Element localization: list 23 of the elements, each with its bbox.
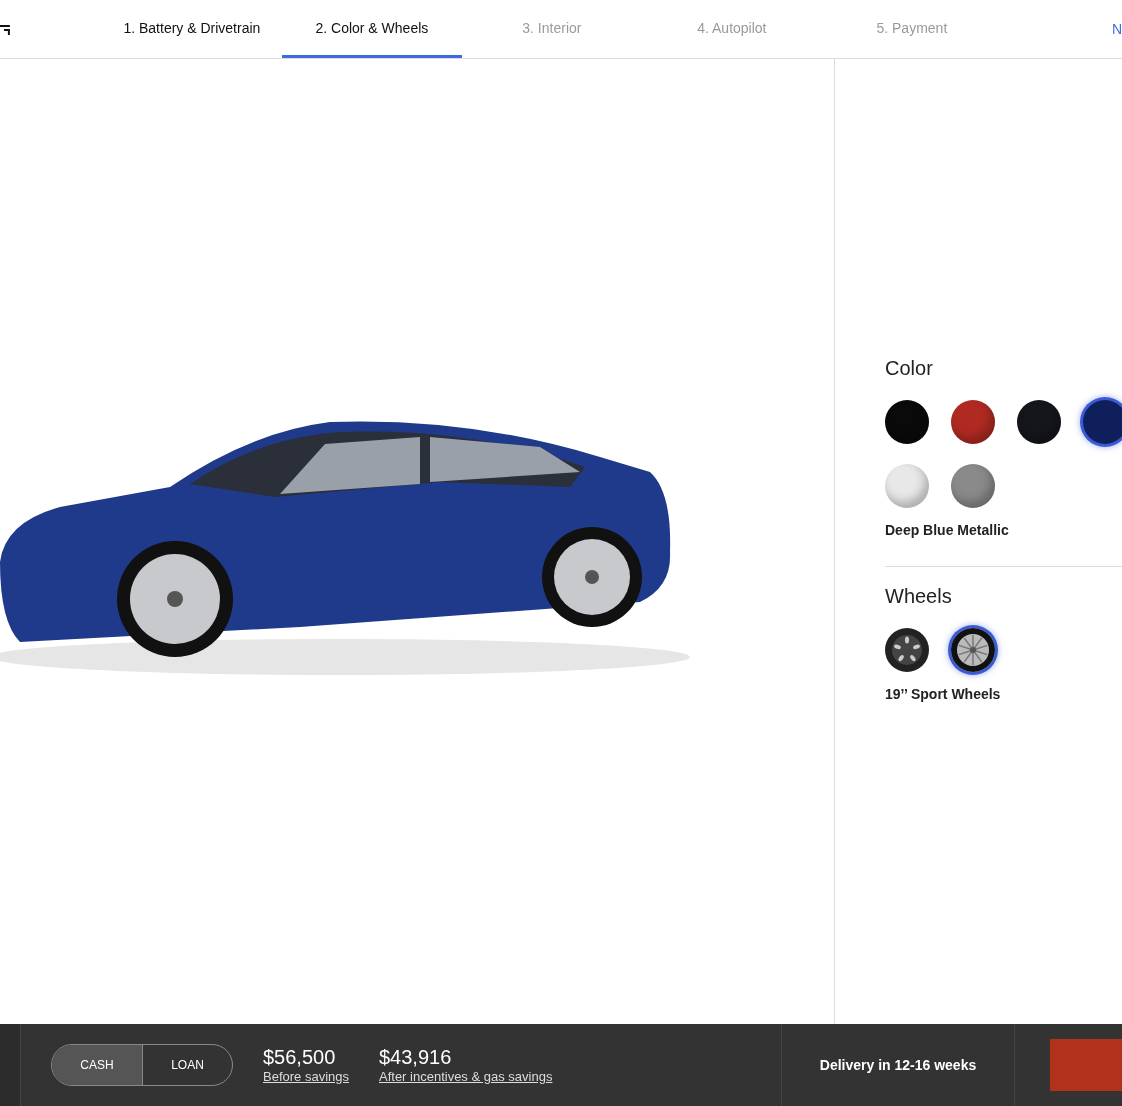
step-tab[interactable]: 1. Battery & Drivetrain [101,0,282,58]
price-amount: $43,916 [379,1046,453,1069]
price-note-link[interactable]: After incentives & gas savings [379,1069,553,1084]
color-swatch[interactable] [951,464,995,508]
payment-mode-toggle[interactable]: LOAN [142,1045,232,1085]
price-amount: $56,500 [263,1046,337,1069]
payment-mode-toggle[interactable]: CASH [52,1045,142,1085]
color-swatch[interactable] [1017,400,1061,444]
next-link[interactable]: N [1111,21,1122,37]
wheel-name: 19’’ Sport Wheels [885,686,1002,702]
wheel-option[interactable] [951,628,995,672]
color-heading: Color [885,357,934,380]
wheel-option[interactable] [885,628,929,672]
color-name: Deep Blue Metallic [885,522,1010,538]
step-tab[interactable]: 2. Color & Wheels [281,0,462,58]
wheels-heading: Wheels [885,585,953,608]
color-swatch[interactable] [951,400,995,444]
logo-icon[interactable] [0,23,10,35]
color-swatch[interactable] [1083,400,1122,444]
delivery-estimate: Delivery in 12-16 weeks [781,1024,1015,1106]
price-note-link[interactable]: Before savings [263,1069,349,1084]
color-swatch[interactable] [885,464,929,508]
color-swatch[interactable] [885,400,929,444]
